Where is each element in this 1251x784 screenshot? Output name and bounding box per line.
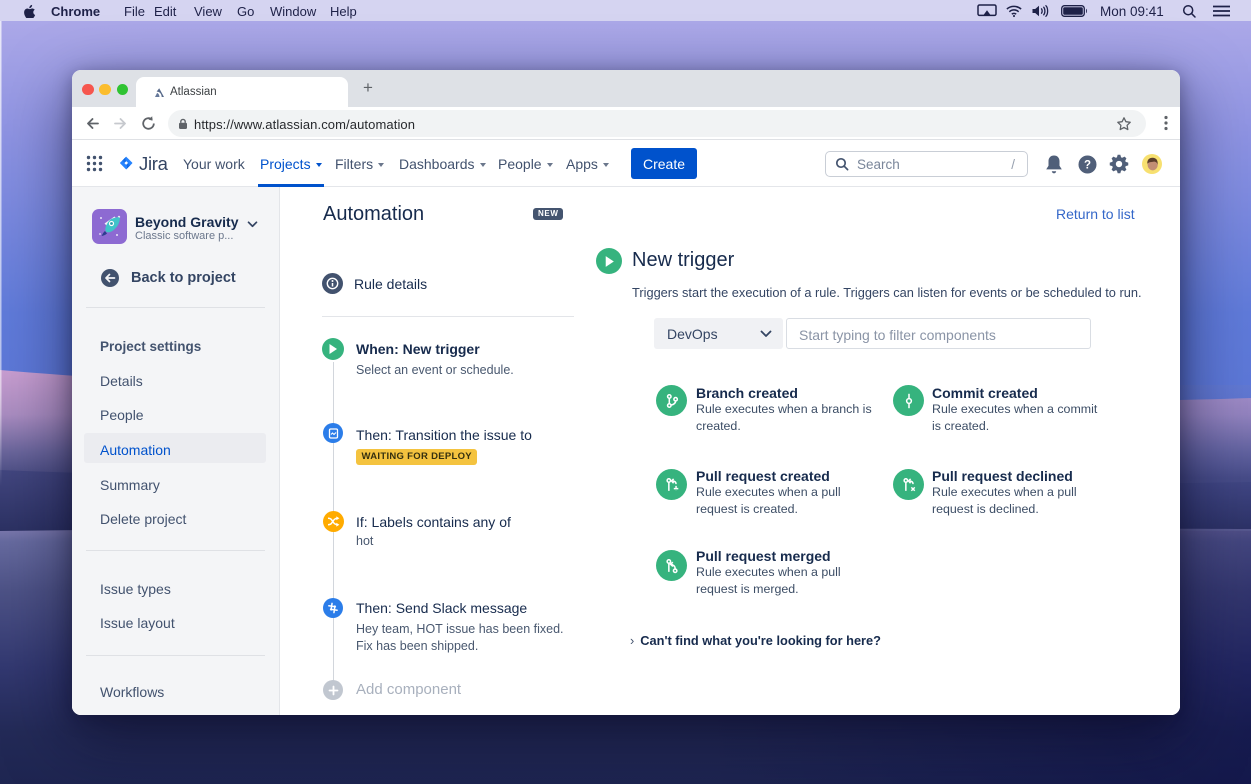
svg-text:?: ? [1083,159,1090,171]
